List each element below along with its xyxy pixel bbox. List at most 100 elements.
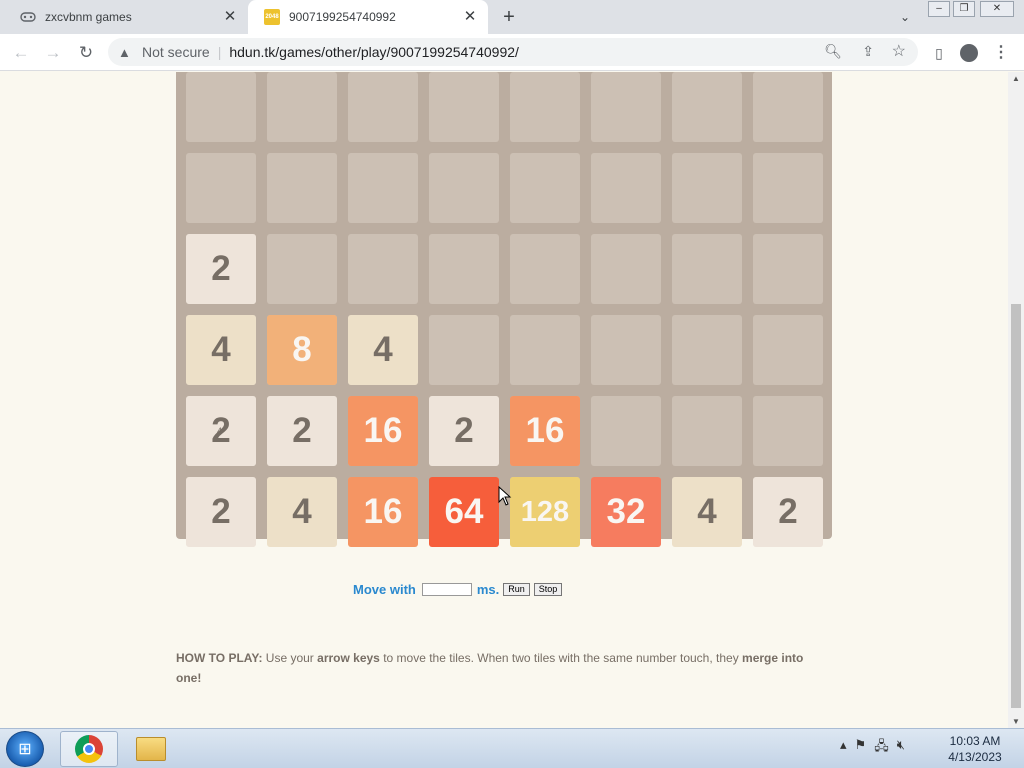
- taskbar-chrome[interactable]: [60, 731, 118, 767]
- vertical-scrollbar[interactable]: ▲ ▼: [1008, 72, 1024, 728]
- tile-2: 2: [186, 234, 256, 304]
- tile-64: 64: [429, 477, 499, 547]
- folder-icon: [136, 737, 166, 761]
- tile-16: 16: [510, 396, 580, 466]
- back-arrow-icon[interactable]: ←: [10, 42, 32, 64]
- close-tab-icon[interactable]: ✕: [222, 9, 238, 25]
- address-bar[interactable]: ▲ Not secure | hdun.tk/games/other/play/…: [108, 38, 918, 66]
- tile-4: 4: [186, 315, 256, 385]
- close-window-button[interactable]: ✕: [980, 1, 1014, 17]
- browser-toolbar: ← → ↻ ▲ Not secure | hdun.tk/games/other…: [0, 34, 1024, 71]
- forward-arrow-icon[interactable]: →: [42, 42, 64, 64]
- grid-cell: [348, 153, 418, 223]
- clock-time: 10:03 AM: [949, 734, 1001, 748]
- how-to-play-heading: HOW TO PLAY:: [176, 651, 263, 665]
- grid-cell: [429, 153, 499, 223]
- taskbar-explorer[interactable]: [122, 731, 180, 767]
- how-to-text: to move the tiles. When two tiles with t…: [379, 651, 743, 665]
- share-icon[interactable]: ⇪: [862, 43, 874, 60]
- grid-cell: [510, 153, 580, 223]
- grid-cell: [510, 72, 580, 142]
- grid-cell: [672, 234, 742, 304]
- restore-button[interactable]: ❐: [953, 1, 975, 17]
- url-text[interactable]: hdun.tk/games/other/play/900719925474099…: [229, 44, 519, 60]
- close-tab-icon[interactable]: ✕: [462, 9, 478, 25]
- windows-start-icon[interactable]: ⊞: [6, 731, 44, 767]
- reload-icon[interactable]: ↻: [75, 42, 97, 64]
- grid-cell: [429, 72, 499, 142]
- 2048-icon: 2048: [264, 9, 280, 25]
- tab-title: 9007199254740992: [289, 10, 396, 24]
- divider: |: [217, 44, 222, 60]
- page-content: 2 4 8 4 2 4 2 16 2 16 2 4 16 64 128 32 4 2 Move with ms. …: [0, 72, 1008, 728]
- bookmark-star-icon[interactable]: ☆: [892, 41, 906, 61]
- grid-cell: [753, 153, 823, 223]
- grid-cell: [591, 153, 661, 223]
- tab-zxcvbnm-games[interactable]: zxcvbnm games ✕: [4, 0, 248, 34]
- chevron-down-icon[interactable]: ⌄: [896, 8, 914, 26]
- new-tab-button[interactable]: +: [498, 6, 520, 28]
- grid-cell: [591, 396, 661, 466]
- tile-2: 2: [186, 477, 256, 547]
- grid-cell: [186, 153, 256, 223]
- ghost-tile-value: 4: [217, 426, 223, 436]
- grid-cell: [672, 396, 742, 466]
- stop-button[interactable]: Stop: [533, 583, 563, 596]
- game-board: 2 4 8 4 2 4 2 16 2 16 2 4 16 64 128 32 4 2: [176, 72, 832, 547]
- grid-cell: [753, 315, 823, 385]
- security-label[interactable]: Not secure: [142, 44, 210, 60]
- flag-icon[interactable]: ⚑: [855, 737, 867, 759]
- windows-taskbar: ⊞ ▴ ⚑ 🖧︎ 🔇︎ 10:03 AM 4/13/2023: [0, 728, 1024, 768]
- scroll-down-icon[interactable]: ▼: [1012, 717, 1020, 726]
- network-icon[interactable]: 🖧︎: [874, 737, 889, 759]
- grid-cell: [186, 72, 256, 142]
- grid-cell: [753, 396, 823, 466]
- tab-2048-game[interactable]: 2048 9007199254740992 ✕: [248, 0, 488, 34]
- zoom-icon[interactable]: 🔍︎: [824, 43, 842, 60]
- autoplay-controls: Move with ms. Run Stop: [353, 582, 563, 597]
- tile-16: 16: [348, 477, 418, 547]
- tile-8: 8: [267, 315, 337, 385]
- grid-cell: [753, 234, 823, 304]
- tile-32: 32: [591, 477, 661, 547]
- tile-2: 2: [267, 396, 337, 466]
- tab-strip: zxcvbnm games ✕ 2048 9007199254740992 ✕ …: [0, 0, 1024, 34]
- show-hidden-icons-icon[interactable]: ▴: [840, 737, 847, 759]
- scrollbar-thumb[interactable]: [1011, 304, 1021, 708]
- grid-cell: [591, 315, 661, 385]
- tab-title: zxcvbnm games: [45, 10, 132, 24]
- grid-cell: [672, 315, 742, 385]
- grid-cell: [672, 72, 742, 142]
- grid-cell: [267, 153, 337, 223]
- clock-date: 4/13/2023: [948, 750, 1002, 764]
- grid-cell: [429, 315, 499, 385]
- grid-cell: [591, 72, 661, 142]
- grid-cell: [348, 234, 418, 304]
- run-button[interactable]: Run: [503, 583, 530, 596]
- volume-muted-icon[interactable]: 🔇︎: [897, 737, 905, 759]
- ms-label: ms.: [476, 582, 500, 597]
- how-to-bold: arrow keys: [317, 651, 380, 665]
- grid-cell: [672, 153, 742, 223]
- gamepad-icon: [20, 9, 36, 25]
- side-panel-icon[interactable]: ▯: [928, 42, 950, 64]
- kebab-menu-icon[interactable]: ⋮: [990, 42, 1012, 64]
- grid-cell: [348, 72, 418, 142]
- warning-icon[interactable]: ▲: [118, 45, 134, 60]
- tile-128: 128: [510, 477, 580, 547]
- grid-cell: [267, 234, 337, 304]
- grid-cell: [267, 72, 337, 142]
- minimize-button[interactable]: –: [928, 1, 950, 17]
- tile-2: 2: [429, 396, 499, 466]
- clock[interactable]: 10:03 AM 4/13/2023: [940, 733, 1010, 765]
- profile-avatar-icon[interactable]: [958, 42, 980, 64]
- move-with-label: Move with: [353, 582, 416, 597]
- ms-input[interactable]: [421, 583, 472, 596]
- tile-16: 16: [348, 396, 418, 466]
- mouse-cursor-icon: [498, 486, 512, 506]
- scroll-up-icon[interactable]: ▲: [1012, 74, 1020, 83]
- grid-cell: [429, 234, 499, 304]
- how-to-text: Use your: [262, 651, 318, 665]
- system-tray: ▴ ⚑ 🖧︎ 🔇︎: [840, 737, 905, 759]
- tile-4: 4: [267, 477, 337, 547]
